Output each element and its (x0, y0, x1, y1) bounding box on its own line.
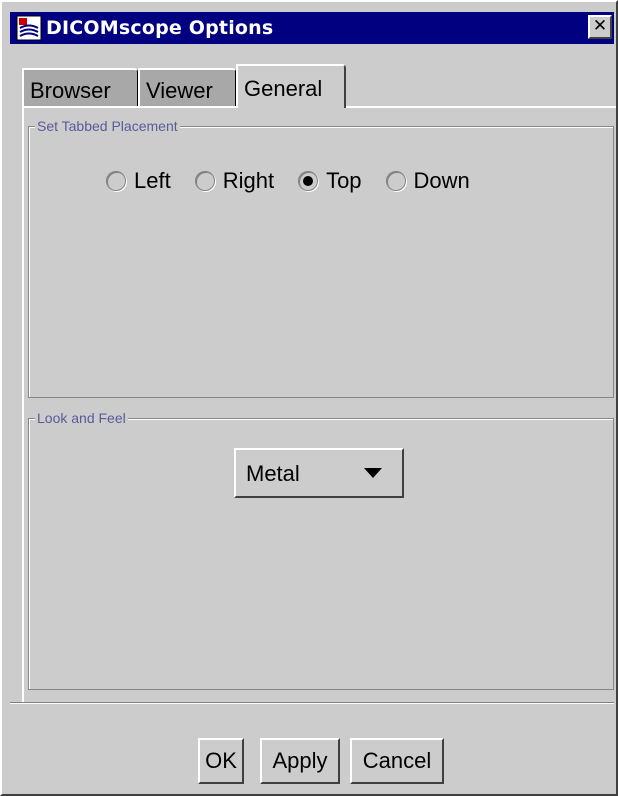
tabbed-placement-group-title: Set Tabbed Placement (35, 118, 180, 134)
radio-top[interactable]: Top (298, 168, 362, 194)
look-and-feel-group-title: Look and Feel (35, 410, 128, 426)
button-bar-separator (10, 702, 614, 704)
cancel-button[interactable]: Cancel (350, 738, 444, 784)
radio-down-circle[interactable] (385, 171, 406, 191)
tab-viewer[interactable]: Viewer (138, 68, 236, 106)
tab-general-label: General (244, 76, 323, 101)
radio-right[interactable]: Right (194, 168, 275, 194)
tab-browser-label: Browser (30, 78, 111, 103)
radio-right-label: Right (222, 168, 275, 193)
options-dialog: DICOMscope Options ✕ Browser Viewer Gene… (0, 0, 618, 796)
look-and-feel-dropdown[interactable]: Metal (234, 448, 404, 498)
radio-right-circle[interactable] (194, 171, 215, 191)
radio-down-label: Down (413, 168, 470, 193)
window-title: DICOMscope Options (46, 17, 274, 39)
close-icon: ✕ (592, 16, 608, 36)
radio-top-label: Top (326, 168, 362, 193)
radio-down[interactable]: Down (385, 168, 470, 194)
tab-browser[interactable]: Browser (22, 68, 138, 106)
look-and-feel-selected-value: Metal (246, 461, 300, 486)
tabbed-placement-group: Set Tabbed Placement (28, 118, 614, 398)
radio-left-label: Left (134, 168, 171, 193)
dropdown-arrow-icon[interactable] (364, 468, 382, 478)
ok-button[interactable]: OK (198, 738, 244, 784)
close-button[interactable]: ✕ (588, 15, 612, 39)
radio-top-circle[interactable] (298, 171, 319, 191)
tab-viewer-label: Viewer (146, 78, 213, 103)
radio-left[interactable]: Left (106, 168, 171, 194)
radio-left-circle[interactable] (106, 171, 126, 191)
title-bar[interactable]: DICOMscope Options ✕ (10, 12, 614, 44)
app-icon (16, 15, 42, 41)
apply-button[interactable]: Apply (260, 738, 340, 784)
placement-radio-group: Left Right Top Down (106, 168, 494, 194)
tab-general[interactable]: General (236, 64, 346, 108)
